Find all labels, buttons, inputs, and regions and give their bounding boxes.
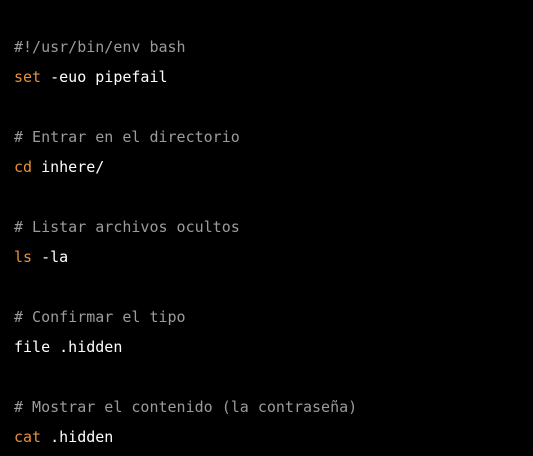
code-line-cat: cat .hidden [14,427,113,447]
shebang-line: #!/usr/bin/env bash [14,38,186,56]
comment-confirm-type: # Confirmar el tipo [14,308,186,326]
keyword-ls: ls [14,248,33,266]
code-args-cat: .hidden [41,428,114,446]
keyword-cd: cd [14,158,33,176]
code-block: #!/usr/bin/env bash set -euo pipefail # … [0,0,533,456]
code-args-cd: inhere/ [32,158,105,176]
comment-enter-directory: # Entrar en el directorio [14,128,240,146]
code-args-ls: -la [32,248,69,266]
keyword-set: set [14,68,42,86]
code-line-ls: ls -la [14,247,68,267]
code-args-set: -euo pipefail [41,68,168,86]
code-line-set: set -euo pipefail [14,67,168,87]
keyword-cat: cat [14,428,42,446]
code-line-file: file .hidden [14,338,123,356]
comment-show-content: # Mostrar el contenido (la contraseña) [14,398,358,416]
comment-list-hidden-files: # Listar archivos ocultos [14,218,240,236]
code-line-cd: cd inhere/ [14,157,104,177]
